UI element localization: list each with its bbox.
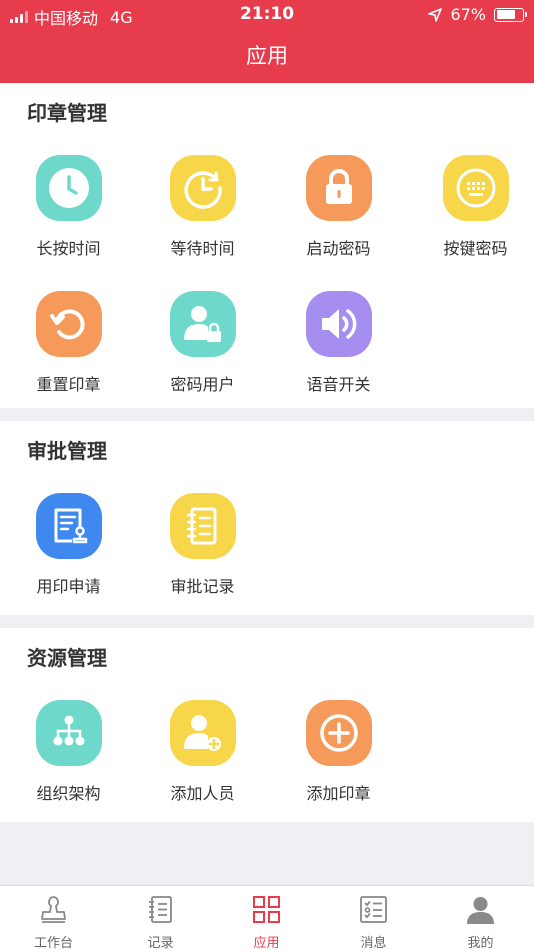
tab-label: 记录 — [147, 936, 174, 950]
location-arrow-icon — [428, 7, 443, 22]
app-label: 按键密码 — [443, 239, 508, 258]
section-seal-management: 印章管理 长按时间 等待时间 启动密码 按键密码 重置印章 密码用户 语音开关 — [0, 83, 534, 408]
clock-icon — [35, 155, 102, 221]
app-item-press-duration[interactable]: 长按时间 — [0, 155, 137, 259]
app-label: 启动密码 — [306, 239, 371, 258]
app-label: 语音开关 — [306, 375, 371, 394]
app-item-reset-seal[interactable]: 重置印章 — [0, 291, 137, 395]
section-title: 印章管理 — [27, 101, 107, 125]
tab-apps[interactable]: 应用 — [213, 886, 320, 950]
user-lock-icon — [169, 291, 236, 357]
app-label: 审批记录 — [170, 577, 235, 596]
tab-bar: 工作台 记录 应用 消息 我的 — [0, 885, 534, 950]
tab-label: 消息 — [360, 936, 387, 950]
app-label: 组织架构 — [36, 784, 101, 803]
speaker-icon — [305, 291, 372, 357]
add-circle-icon — [305, 700, 372, 766]
seal-application-icon — [35, 493, 102, 559]
battery-percent: 67% — [450, 5, 486, 24]
app-item-password-users[interactable]: 密码用户 — [134, 291, 271, 395]
stamp-icon — [41, 896, 66, 923]
timer-icon — [169, 155, 236, 221]
tab-workbench[interactable]: 工作台 — [0, 886, 107, 950]
section-resource-management: 资源管理 组织架构 添加人员 添加印章 — [0, 628, 534, 822]
section-title: 资源管理 — [27, 646, 107, 670]
battery-icon — [494, 7, 527, 22]
app-label: 添加印章 — [306, 784, 371, 803]
app-item-add-seal[interactable]: 添加印章 — [270, 700, 407, 804]
app-label: 重置印章 — [36, 375, 101, 394]
tab-profile[interactable]: 我的 — [427, 886, 534, 950]
status-bar: 中国移动 4G 21:10 67% — [0, 0, 534, 30]
apps-grid-icon — [253, 896, 280, 923]
section-approval-management: 审批管理 用印申请 审批记录 — [0, 421, 534, 615]
app-label: 等待时间 — [170, 239, 235, 258]
status-right: 67% — [428, 5, 527, 24]
notebook-icon — [169, 493, 236, 559]
app-item-org-structure[interactable]: 组织架构 — [0, 700, 137, 804]
app-item-add-personnel[interactable]: 添加人员 — [134, 700, 271, 804]
tab-messages[interactable]: 消息 — [320, 886, 427, 950]
record-book-icon — [149, 896, 172, 923]
org-chart-icon — [35, 700, 102, 766]
lock-icon — [305, 155, 372, 221]
app-item-keypad-password[interactable]: 按键密码 — [407, 155, 534, 259]
page-title: 应用 — [0, 30, 534, 83]
reset-icon — [35, 291, 102, 357]
checklist-icon — [360, 896, 387, 923]
app-label: 密码用户 — [170, 375, 235, 394]
section-title: 审批管理 — [27, 439, 107, 463]
app-label: 用印申请 — [36, 577, 101, 596]
app-item-seal-application[interactable]: 用印申请 — [0, 493, 137, 597]
keypad-icon — [442, 155, 509, 221]
app-label: 添加人员 — [170, 784, 235, 803]
app-label: 长按时间 — [36, 239, 101, 258]
tab-records[interactable]: 记录 — [107, 886, 214, 950]
add-user-icon — [169, 700, 236, 766]
app-item-voice-switch[interactable]: 语音开关 — [270, 291, 407, 395]
profile-icon — [467, 897, 494, 924]
tab-label: 工作台 — [33, 936, 73, 950]
tab-label: 应用 — [253, 936, 280, 950]
app-item-approval-records[interactable]: 审批记录 — [134, 493, 271, 597]
tab-label: 我的 — [467, 936, 494, 950]
app-item-startup-password[interactable]: 启动密码 — [270, 155, 407, 259]
app-item-wait-time[interactable]: 等待时间 — [134, 155, 271, 259]
